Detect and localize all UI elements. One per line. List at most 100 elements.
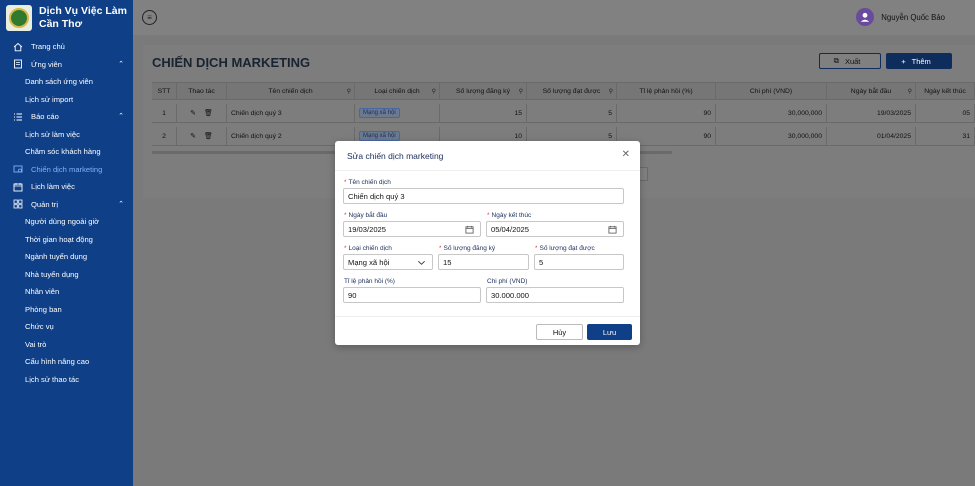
sidebar-item-label: Nhân viên — [25, 287, 60, 297]
cell-stt: 1 — [152, 104, 177, 122]
sidebar-item-schedule[interactable]: Lịch làm việc — [0, 178, 133, 196]
sidebar-item-roles[interactable]: Vai trò — [0, 336, 133, 354]
campaign-type-select[interactable]: Mạng xã hội — [343, 254, 433, 270]
sidebar-item-departments[interactable]: Phòng ban — [0, 301, 133, 319]
sidebar-item-candidates[interactable]: Ứng viên ⌃ — [0, 56, 133, 74]
sidebar-item-customer-care[interactable]: Chăm sóc khách hàng — [0, 143, 133, 161]
avatar[interactable] — [856, 8, 875, 26]
column-header: Thao tác — [177, 83, 227, 99]
sidebar-item-reports[interactable]: Báo cáo ⌃ — [0, 108, 133, 126]
sidebar-item-work-history[interactable]: Lịch sử làm việc — [0, 126, 133, 144]
edit-icon[interactable]: ✎ — [190, 132, 196, 140]
export-icon: ⧉ — [833, 56, 839, 65]
campaign-icon — [12, 164, 24, 174]
sidebar-item-label: Lịch sử làm việc — [25, 129, 80, 139]
add-button[interactable]: + Thêm — [886, 53, 952, 69]
name-label: * Tên chiến dịch — [344, 179, 391, 186]
table-row: 1 ✎ 🗑 Chiến dịch quý 3 Mạng xã hội 15 5 … — [152, 104, 975, 123]
campaign-name-value: Chiến dịch quý 3 — [348, 191, 405, 201]
campaign-table: STT Thao tác Tên chiến dịch ⚲ Loại chiến … — [152, 82, 975, 146]
sidebar-item-label: Quản trị — [31, 199, 59, 209]
sidebar-item-label: Báo cáo — [31, 112, 59, 122]
achieved-value: 5 — [539, 257, 544, 267]
sidebar-item-staff[interactable]: Nhân viên — [0, 283, 133, 301]
campaign-type-value: Mạng xã hội — [348, 257, 390, 267]
sidebar-item-active-time[interactable]: Thời gian hoạt động — [0, 231, 133, 249]
delete-icon[interactable]: 🗑 — [204, 109, 213, 117]
registered-input[interactable]: 15 — [438, 254, 529, 270]
start-date-input[interactable]: 19/03/2025 — [343, 221, 481, 237]
sidebar-item-positions[interactable]: Chức vụ — [0, 318, 133, 336]
edit-icon[interactable]: ✎ — [190, 109, 196, 117]
list-icon — [12, 112, 24, 122]
divider — [335, 316, 640, 317]
users-icon — [12, 59, 24, 69]
end-date-value: 05/04/2025 — [491, 224, 530, 234]
sidebar-item-label: Cấu hình nâng cao — [25, 357, 90, 367]
column-header: Ngày kết thúc — [916, 83, 975, 99]
cell-actions: ✎ 🗑 — [177, 104, 227, 122]
sidebar-item-import-history[interactable]: Lịch sử import — [0, 91, 133, 109]
page-title: CHIẾN DỊCH MARKETING — [152, 55, 311, 70]
column-header: Số lượng đăng ký ⚲ — [440, 83, 527, 99]
sidebar-item-label: Người dùng ngoài giờ — [25, 217, 100, 227]
sidebar-item-employers[interactable]: Nhà tuyển dụng — [0, 266, 133, 284]
sidebar-item-admin[interactable]: Quản trị ⌃ — [0, 196, 133, 214]
sidebar-item-label: Chăm sóc khách hàng — [25, 147, 101, 157]
plus-icon: + — [901, 56, 906, 66]
registered-label: * Số lượng đăng ký — [439, 245, 496, 252]
sidebar-item-advanced-config[interactable]: Cấu hình nâng cao — [0, 353, 133, 371]
achieved-label: * Số lượng đạt được — [535, 245, 595, 252]
sidebar-item-label: Lịch làm việc — [31, 182, 75, 192]
column-header-label: Số lượng đạt được — [542, 87, 601, 95]
save-button[interactable]: Lưu — [587, 324, 632, 340]
cost-value: 30.000.000 — [491, 290, 530, 300]
search-icon[interactable]: ⚲ — [432, 88, 436, 95]
table-header: STT Thao tác Tên chiến dịch ⚲ Loại chiến … — [152, 83, 975, 100]
column-header-label: Loại chiến dịch — [374, 87, 420, 95]
cost-input[interactable]: 30.000.000 — [486, 287, 624, 303]
modal-title: Sửa chiến dịch marketing — [347, 151, 444, 161]
column-header: Tên chiến dịch ⚲ — [227, 83, 355, 99]
column-header: Tỉ lệ phản hồi (%) — [617, 83, 716, 99]
sidebar-item-label: Trang chủ — [31, 42, 65, 52]
end-date-input[interactable]: 05/04/2025 — [486, 221, 624, 237]
brand-line1: Dịch Vụ Việc Làm — [39, 5, 127, 17]
search-icon[interactable]: ⚲ — [609, 88, 613, 95]
delete-icon[interactable]: 🗑 — [204, 132, 213, 140]
cell-stt: 2 — [152, 127, 177, 145]
search-icon[interactable]: ⚲ — [347, 88, 351, 95]
sidebar-item-industries[interactable]: Ngành tuyển dụng — [0, 248, 133, 266]
grid-icon — [12, 199, 24, 209]
achieved-input[interactable]: 5 — [534, 254, 624, 270]
sidebar-item-home[interactable]: Trang chủ — [0, 38, 133, 56]
cancel-button[interactable]: Hủy — [536, 324, 583, 340]
search-icon[interactable]: ⚲ — [519, 88, 523, 95]
sidebar-item-label: Nhà tuyển dụng — [25, 269, 79, 279]
campaign-name-input[interactable]: Chiến dịch quý 3 — [343, 188, 624, 204]
column-header: Ngày bắt đầu ⚲ — [827, 83, 916, 99]
cell-cost: 30,000,000 — [716, 104, 827, 122]
sidebar-item-action-history[interactable]: Lịch sử thao tác — [0, 371, 133, 389]
user-menu[interactable]: Nguyễn Quốc Bảo — [856, 8, 945, 26]
calendar-icon[interactable] — [608, 225, 617, 236]
brand: Dịch Vụ Việc Làm Cần Thơ — [0, 0, 133, 36]
calendar-icon[interactable] — [465, 225, 474, 236]
column-header: Loại chiến dịch ⚲ — [355, 83, 440, 99]
sidebar-item-overtime-users[interactable]: Người dùng ngoài giờ — [0, 213, 133, 231]
menu-toggle-icon[interactable]: ≡ — [142, 10, 157, 25]
sidebar-item-label: Vai trò — [25, 339, 47, 349]
response-rate-input[interactable]: 90 — [343, 287, 481, 303]
achieved-label-text: Số lượng đạt được — [539, 245, 595, 252]
export-button[interactable]: ⧉ Xuất — [819, 53, 881, 69]
cell-name: Chiến dịch quý 3 — [227, 104, 355, 122]
registered-value: 15 — [443, 257, 452, 267]
chevron-up-icon: ⌃ — [118, 113, 124, 120]
close-icon[interactable]: ✕ — [622, 149, 630, 160]
start-date-label: * Ngày bắt đầu — [344, 212, 388, 219]
sidebar-item-candidate-list[interactable]: Danh sách ứng viên — [0, 73, 133, 91]
sidebar-item-marketing[interactable]: Chiến dịch marketing — [0, 161, 133, 179]
cell-rate: 90 — [617, 104, 716, 122]
search-icon[interactable]: ⚲ — [908, 88, 912, 95]
chevron-down-icon — [417, 258, 426, 269]
